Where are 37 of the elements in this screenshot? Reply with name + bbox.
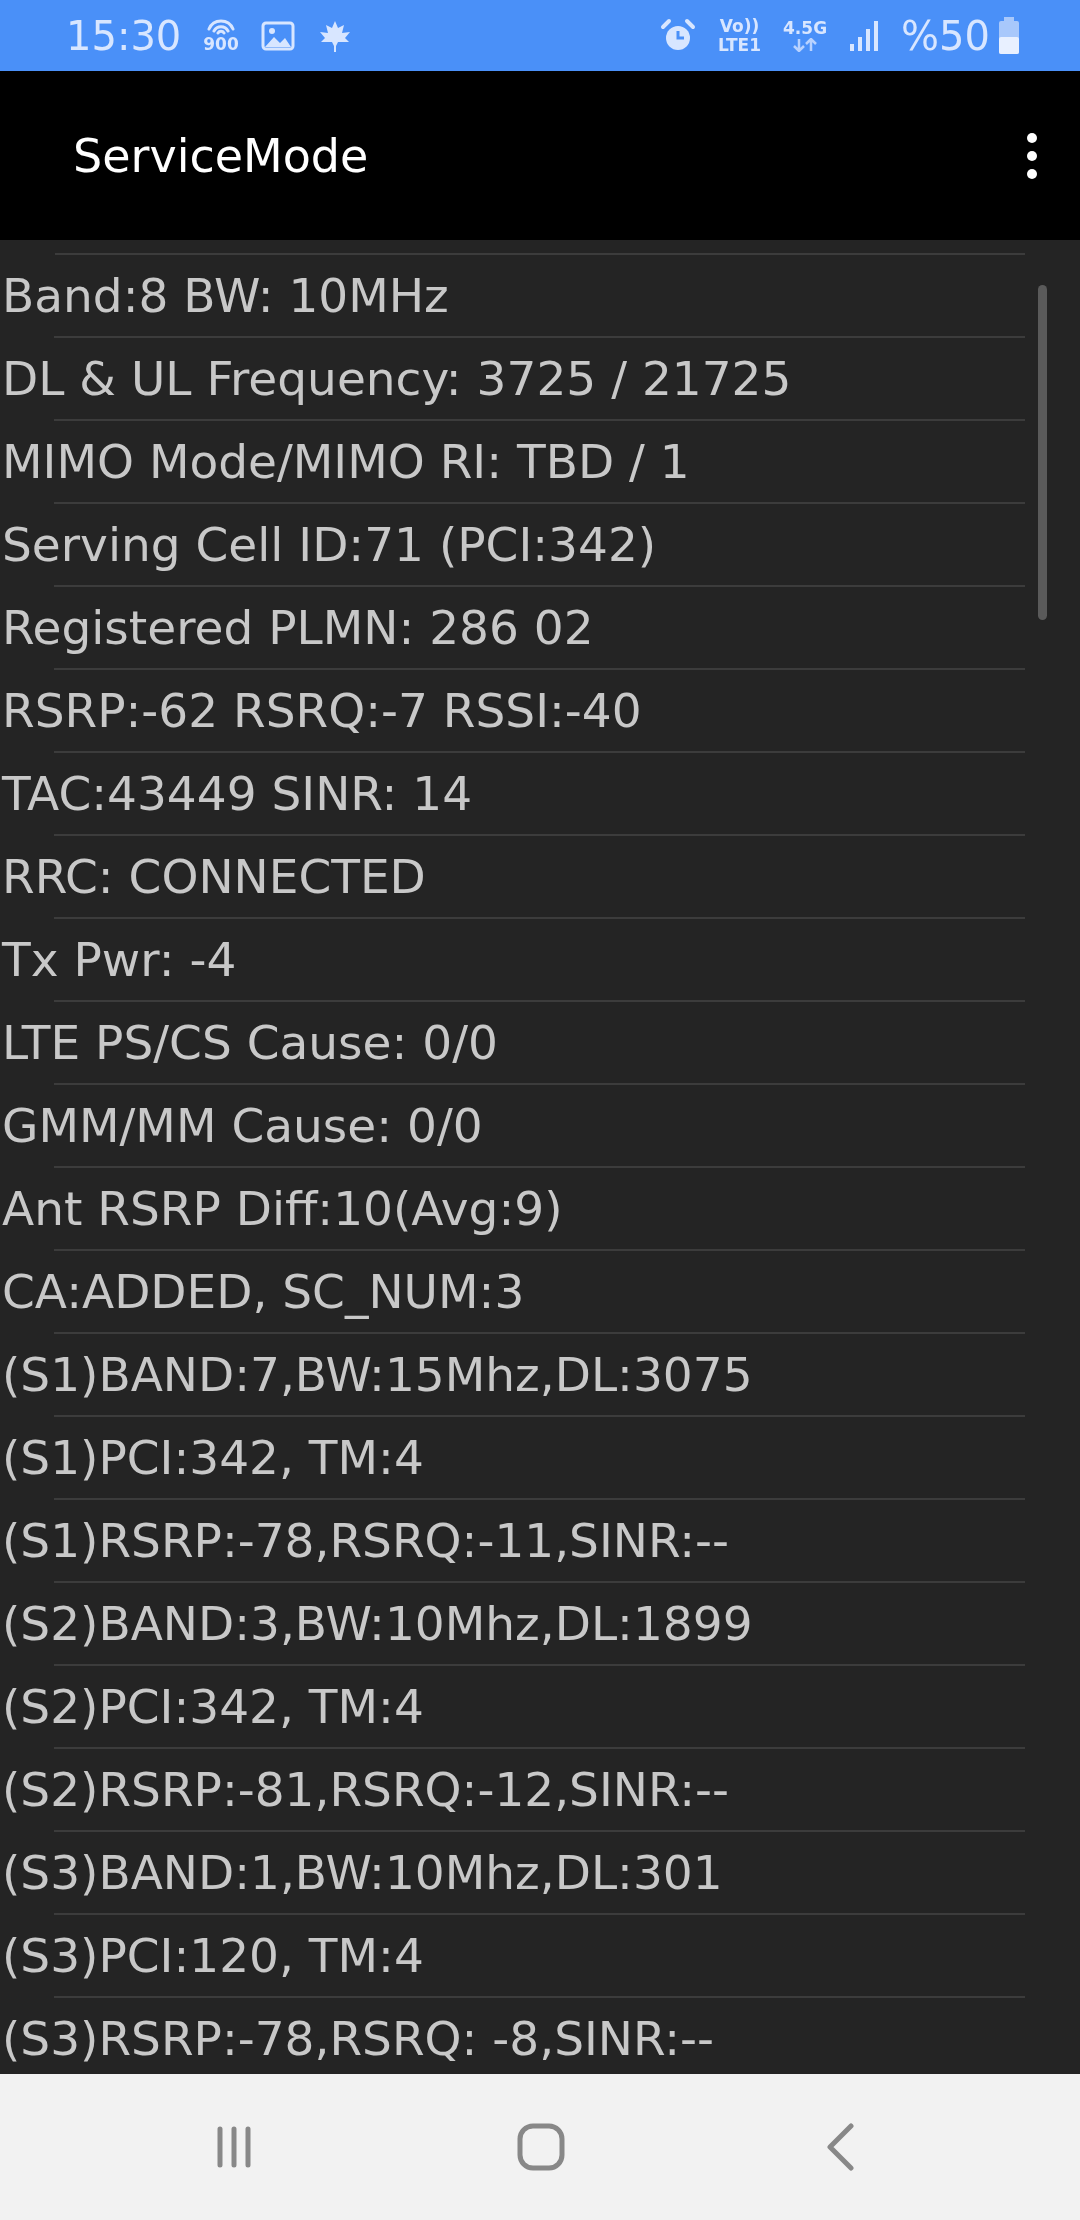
info-line: (S2)PCI:342, TM:4 [1, 1679, 424, 1734]
more-options-icon[interactable] [1026, 131, 1038, 180]
home-icon[interactable] [516, 2122, 566, 2172]
info-line: DL & UL Frequency: 3725 / 21725 [1, 351, 792, 406]
info-line: (S3)BAND:1,BW:10Mhz,DL:301 [1, 1845, 723, 1900]
info-line: Ant RSRP Diff:10(Avg:9) [1, 1181, 563, 1236]
info-line: Serving Cell ID:71 (PCI:342) [1, 517, 657, 572]
band-label: 900 [203, 34, 239, 53]
wifi-icon [206, 18, 237, 35]
info-line: Band:8 BW: 10MHz [1, 268, 449, 323]
info-line: (S1)BAND:7,BW:15Mhz,DL:3075 [1, 1347, 753, 1402]
info-line: GMM/MM Cause: 0/0 [1, 1098, 483, 1153]
info-line: (S3)RSRP:-78,RSRQ: -8,SINR:-- [1, 2011, 714, 2066]
back-icon[interactable] [826, 2123, 856, 2171]
info-line: LTE PS/CS Cause: 0/0 [1, 1015, 498, 1070]
network-type-label: 4.5G [783, 19, 828, 37]
info-line: MIMO Mode/MIMO RI: TBD / 1 [1, 434, 690, 489]
info-line: (S2)BAND:3,BW:10Mhz,DL:1899 [1, 1596, 753, 1651]
info-line: CA:ADDED, SC_NUM:3 [1, 1264, 525, 1319]
image-icon [260, 20, 295, 51]
lte-label: LTE1 [717, 36, 761, 54]
volte-label: Vo)) [719, 17, 760, 35]
clock-time: 15:30 [66, 12, 182, 59]
info-line: (S1)RSRP:-78,RSRQ:-11,SINR:-- [1, 1513, 729, 1568]
signal-icon [849, 19, 880, 52]
info-line: Tx Pwr: -4 [1, 932, 237, 987]
info-line: (S1)PCI:342, TM:4 [1, 1430, 424, 1485]
info-line: RSRP:-62 RSRQ:-7 RSSI:-40 [1, 683, 642, 738]
battery-percent: %50 [901, 12, 990, 59]
info-line: TAC:43449 SINR: 14 [1, 766, 473, 821]
data-arrows-icon [792, 38, 819, 52]
app-title: ServiceMode [73, 128, 370, 183]
info-line: (S3)PCI:120, TM:4 [1, 1928, 424, 1983]
info-line: Registered PLMN: 286 02 [1, 600, 594, 655]
info-line: RRC: CONNECTED [1, 849, 426, 904]
battery-icon [998, 16, 1020, 55]
info-line: (S2)RSRP:-81,RSRQ:-12,SINR:-- [1, 1762, 729, 1817]
